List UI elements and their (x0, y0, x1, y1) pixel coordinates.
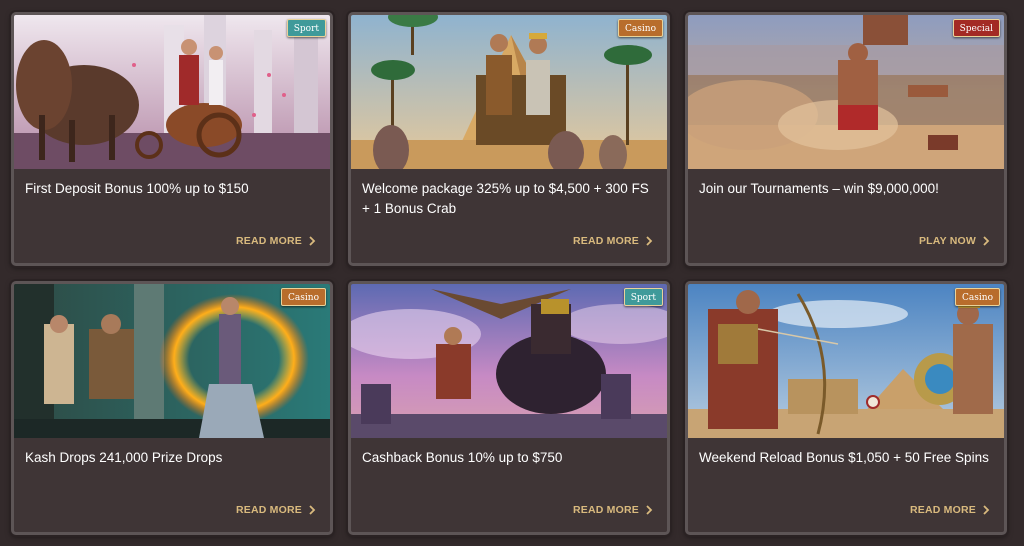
read-more-label: READ MORE (236, 235, 302, 247)
arena-wrestler-image: Special (688, 15, 1004, 169)
read-more-label: READ MORE (910, 504, 976, 516)
play-now-label: PLAY NOW (918, 235, 976, 247)
promo-card-cashback[interactable]: Sport Cashback Bonus 10% up to $750 READ… (348, 281, 670, 535)
promo-title: Kash Drops 241,000 Prize Drops (25, 450, 223, 465)
read-more-link[interactable]: READ MORE (236, 235, 316, 247)
read-more-label: READ MORE (573, 235, 639, 247)
promo-title: Cashback Bonus 10% up to $750 (362, 450, 563, 465)
chevron-right-icon (983, 236, 990, 246)
play-now-link[interactable]: PLAY NOW (919, 235, 990, 247)
promo-card-kash-drops[interactable]: Casino Kash Drops 241,000 Prize Drops RE… (11, 281, 333, 535)
read-more-link[interactable]: READ MORE (236, 504, 316, 516)
archer-pyramid-image: Casino (688, 284, 1004, 438)
promo-title: Weekend Reload Bonus $1,050 + 50 Free Sp… (699, 450, 989, 465)
fire-dancer-image: Casino (14, 284, 330, 438)
promotions-grid: Sport First Deposit Bonus 100% up to $15… (0, 0, 1024, 546)
promo-card-weekend-reload[interactable]: Casino Weekend Reload Bonus $1,050 + 50 … (685, 281, 1007, 535)
promo-title: Welcome package 325% up to $4,500 + 300 … (362, 181, 649, 216)
chevron-right-icon (309, 505, 316, 515)
chevron-right-icon (309, 236, 316, 246)
promo-card-welcome-package[interactable]: Casino Welcome package 325% up to $4,500… (348, 12, 670, 266)
pharaoh-pyramid-image: Casino (351, 15, 667, 169)
promo-card-first-deposit[interactable]: Sport First Deposit Bonus 100% up to $15… (11, 12, 333, 266)
special-badge: Special (952, 19, 1000, 37)
chevron-right-icon (983, 505, 990, 515)
chevron-right-icon (646, 236, 653, 246)
read-more-link[interactable]: READ MORE (573, 504, 653, 516)
sport-badge: Sport (286, 19, 326, 37)
casino-badge: Casino (281, 288, 326, 306)
casino-badge: Casino (618, 19, 663, 37)
promo-title: Join our Tournaments – win $9,000,000! (699, 181, 939, 196)
read-more-link[interactable]: READ MORE (573, 235, 653, 247)
promo-card-tournaments[interactable]: Special Join our Tournaments – win $9,00… (685, 12, 1007, 266)
read-more-link[interactable]: READ MORE (910, 504, 990, 516)
read-more-label: READ MORE (573, 504, 639, 516)
warrior-horse-eagle-image: Sport (351, 284, 667, 438)
chariot-gladiator-image: Sport (14, 15, 330, 169)
read-more-label: READ MORE (236, 504, 302, 516)
casino-badge: Casino (955, 288, 1000, 306)
promo-title: First Deposit Bonus 100% up to $150 (25, 181, 249, 196)
sport-badge: Sport (623, 288, 663, 306)
chevron-right-icon (646, 505, 653, 515)
